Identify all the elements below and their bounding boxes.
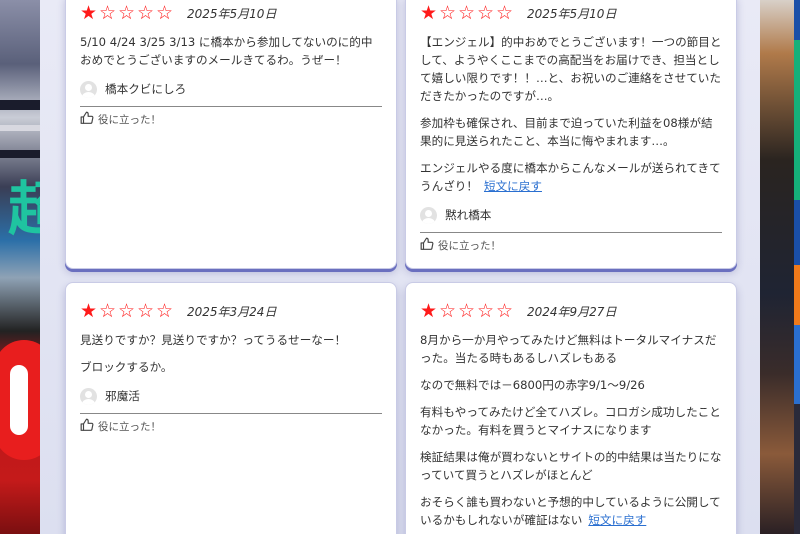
star-empty-icon: ☆	[118, 299, 136, 322]
star-filled-icon: ★	[420, 299, 438, 322]
review-text: 【エンジェル】的中おめでとうございます！一つの節目として、ようやくここまでの高配…	[420, 35, 722, 103]
review-paragraph: エンジェルやる度に橋本からこんなメールが送られてきてうんざり！ 短文に戻す	[420, 159, 722, 195]
reviewer: 黙れ橋本	[420, 204, 722, 226]
helpful-label: 役に立った！	[438, 239, 501, 252]
review-card: ★ ☆ ☆ ☆ ☆ 2025年5月10日 5/10 4/24 3/25 3/13 に橋本…	[65, 0, 397, 269]
review-paragraph: おそらく誰も買わないと予想的中しているように公開しているかもしれないが確証はない…	[420, 493, 722, 529]
star-rating: ★ ☆ ☆ ☆ ☆	[80, 1, 175, 24]
star-filled-icon: ★	[80, 1, 98, 24]
review-text: エンジェルやる度に橋本からこんなメールが送られてきてうんざり！	[420, 161, 721, 193]
reviewer: 邪魔活	[80, 385, 382, 407]
review-text: 検証結果は俺が買わないとサイトの的中結果は当たりになっていて買うとハズレがほとん…	[420, 450, 722, 482]
thumbs-up-icon	[80, 418, 98, 434]
star-empty-icon: ☆	[439, 299, 457, 322]
review-paragraph: 8月から一か月やってみたけど無料はトータルマイナスだった。当たる時もあるしハズレ…	[420, 331, 722, 367]
review-paragraph: 有料もやってみたけど全てハズレ。コロガシ成功したことなかった。有料を買うとマイナ…	[420, 403, 722, 439]
star-empty-icon: ☆	[156, 1, 174, 24]
star-empty-icon: ☆	[477, 1, 495, 24]
helpful-button[interactable]: 役に立った！	[80, 414, 382, 438]
review-text: なので無料では－6800円の赤字9/1〜9/26	[420, 378, 645, 392]
review-date: 2024年9月27日	[527, 304, 617, 319]
review-paragraph: なので無料では－6800円の赤字9/1〜9/26	[420, 376, 722, 394]
reviewer: 橋本クビにしろ	[80, 78, 382, 100]
star-empty-icon: ☆	[137, 1, 155, 24]
review-date: 2025年5月10日	[187, 6, 277, 21]
review-body: 5/10 4/24 3/25 3/13 に橋本から参加してないのに的中おめでとう…	[80, 33, 382, 69]
review-list: ★ ☆ ☆ ☆ ☆ 2025年5月10日 5/10 4/24 3/25 3/13 に橋本…	[40, 0, 760, 534]
review-card: ★ ☆ ☆ ☆ ☆ 2025年5月10日 【エンジェル】的中おめでとうございます！一つの…	[405, 0, 737, 269]
star-empty-icon: ☆	[99, 299, 117, 322]
helpful-button[interactable]: 役に立った！	[420, 233, 722, 257]
reviewer-name: 黙れ橋本	[445, 208, 492, 222]
review-body: 8月から一か月やってみたけど無料はトータルマイナスだった。当たる時もあるしハズレ…	[420, 331, 722, 529]
review-card: ★ ☆ ☆ ☆ ☆ 2025年3月24日 見送りですか？見送りですか？ってうるせーなー！…	[65, 282, 397, 534]
helpful-button[interactable]: 役に立った！	[80, 107, 382, 131]
star-filled-icon: ★	[420, 1, 438, 24]
star-empty-icon: ☆	[496, 299, 514, 322]
helpful-label: 役に立った！	[98, 420, 161, 433]
star-empty-icon: ☆	[477, 299, 495, 322]
review-paragraph: 見送りですか？見送りですか？ってうるせーなー！	[80, 331, 382, 349]
review-text: 8月から一か月やってみたけど無料はトータルマイナスだった。当たる時もあるしハズレ…	[420, 333, 717, 365]
review-paragraph: 参加枠も確保され、目前まで迫っていた利益を08様が結果的に見送られたこと、本当に…	[420, 114, 722, 150]
star-empty-icon: ☆	[439, 1, 457, 24]
review-text: ブロックするか。	[80, 360, 173, 374]
thumbs-up-icon	[80, 111, 98, 127]
star-rating: ★ ☆ ☆ ☆ ☆	[420, 299, 515, 322]
user-avatar-icon	[80, 387, 97, 405]
review-paragraph: 【エンジェル】的中おめでとうございます！一つの節目として、ようやくここまでの高配…	[420, 33, 722, 105]
reviewer-name: 邪魔活	[105, 389, 140, 403]
collapse-text-link[interactable]: 短文に戻す	[588, 513, 646, 527]
review-text: 見送りですか？見送りですか？ってうるせーなー！	[80, 333, 347, 347]
review-text: 有料もやってみたけど全てハズレ。コロガシ成功したことなかった。有料を買うとマイナ…	[420, 405, 721, 437]
review-date: 2025年5月10日	[527, 6, 617, 21]
reviewer-name: 橋本クビにしろ	[105, 82, 187, 96]
user-avatar-icon	[80, 80, 97, 98]
thumbs-up-icon	[420, 237, 438, 253]
review-text: 5/10 4/24 3/25 3/13 に橋本から参加してないのに的中おめでとう…	[80, 35, 373, 67]
star-empty-icon: ☆	[458, 299, 476, 322]
background-image-left: 超	[0, 0, 40, 534]
background-image-right	[760, 0, 800, 534]
star-empty-icon: ☆	[156, 299, 174, 322]
star-rating: ★ ☆ ☆ ☆ ☆	[80, 299, 175, 322]
review-date: 2025年3月24日	[187, 304, 277, 319]
star-empty-icon: ☆	[99, 1, 117, 24]
review-card: ★ ☆ ☆ ☆ ☆ 2024年9月27日 8月から一か月やってみたけど無料はトータルマイ…	[405, 282, 737, 534]
star-empty-icon: ☆	[137, 299, 155, 322]
star-rating: ★ ☆ ☆ ☆ ☆	[420, 1, 515, 24]
review-text: おそらく誰も買わないと予想的中しているように公開しているかもしれないが確証はない	[420, 495, 721, 527]
helpful-label: 役に立った！	[98, 113, 161, 126]
star-empty-icon: ☆	[458, 1, 476, 24]
collapse-text-link[interactable]: 短文に戻す	[484, 179, 542, 193]
review-body: 【エンジェル】的中おめでとうございます！一つの節目として、ようやくここまでの高配…	[420, 33, 722, 195]
review-body: 見送りですか？見送りですか？ってうるせーなー！ ブロックするか。	[80, 331, 382, 376]
user-avatar-icon	[420, 206, 437, 224]
review-text: 参加枠も確保され、目前まで迫っていた利益を08様が結果的に見送られたこと、本当に…	[420, 116, 713, 148]
star-empty-icon: ☆	[496, 1, 514, 24]
review-paragraph: ブロックするか。	[80, 358, 382, 376]
review-paragraph: 5/10 4/24 3/25 3/13 に橋本から参加してないのに的中おめでとう…	[80, 33, 382, 69]
star-filled-icon: ★	[80, 299, 98, 322]
star-empty-icon: ☆	[118, 1, 136, 24]
review-paragraph: 検証結果は俺が買わないとサイトの的中結果は当たりになっていて買うとハズレがほとん…	[420, 448, 722, 484]
